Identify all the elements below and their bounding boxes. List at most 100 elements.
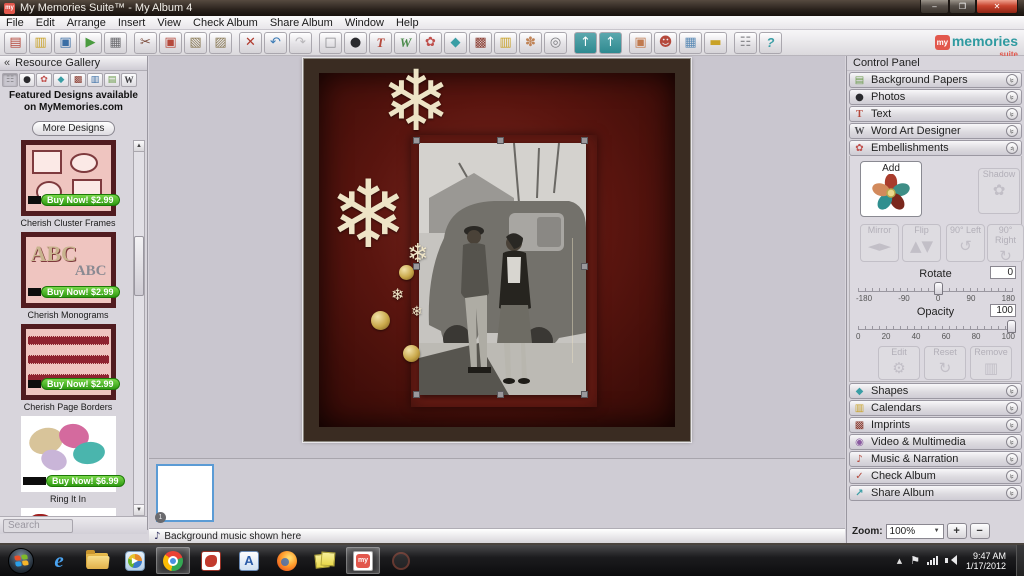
buy-now-badge[interactable]: Buy Now! $2.99 — [41, 194, 120, 206]
rotate-value[interactable]: 0 — [990, 266, 1016, 279]
ring-it-in-thumbnail[interactable]: Buy Now! $6.99 — [21, 416, 116, 492]
menu-insert[interactable]: Insert — [112, 17, 152, 29]
gallery-scrollbar[interactable]: ▲ ▼ — [133, 140, 145, 516]
opacity-value[interactable]: 100 — [990, 304, 1016, 317]
imprints-tab[interactable]: ▩ — [70, 73, 86, 87]
add-word-art-button[interactable]: W — [394, 32, 417, 54]
snowflake-icon[interactable]: ❄ — [391, 287, 404, 303]
add-page-button[interactable]: □ — [319, 32, 342, 54]
collapse-button[interactable]: » — [1006, 142, 1018, 154]
add-decoration-button[interactable]: ✽ — [519, 32, 542, 54]
search-input[interactable]: Search — [3, 519, 73, 533]
print-button[interactable]: ▦ — [104, 32, 127, 54]
menu-share-album[interactable]: Share Album — [264, 17, 339, 29]
list-item[interactable]: Buy Now! $6.99 Ring It In — [4, 416, 132, 504]
expand-button[interactable]: » — [1006, 108, 1018, 120]
open-album-button[interactable]: ▥ — [29, 32, 52, 54]
taskbar-blue-a-app[interactable]: A — [232, 547, 266, 574]
list-item[interactable]: Buy Now! $2.99 Cherish Page Borders — [4, 324, 132, 412]
list-item[interactable]: Buy Now! $2.99 Cherish Cluster Frames — [4, 140, 132, 228]
new-album-button[interactable]: ▤ — [4, 32, 27, 54]
menu-file[interactable]: File — [0, 17, 30, 29]
scroll-down-icon[interactable]: ▼ — [134, 504, 144, 515]
storyboard-view-button[interactable]: ▬ — [704, 32, 727, 54]
taskbar-red-app[interactable] — [194, 547, 228, 574]
selection-handle[interactable] — [581, 391, 588, 398]
monograms-thumbnail[interactable]: ABC ABC Buy Now! $2.99 — [21, 232, 116, 308]
taskbar-chrome[interactable] — [156, 547, 190, 574]
section-photos[interactable]: ● Photos » — [849, 89, 1022, 105]
add-text-button[interactable]: T — [369, 32, 392, 54]
selection-handle[interactable] — [497, 391, 504, 398]
scrollbar-thumb[interactable] — [134, 236, 144, 296]
section-calendars[interactable]: ▥ Calendars » — [849, 400, 1022, 416]
page-layouts-button[interactable]: ▣ — [629, 32, 652, 54]
scroll-up-icon[interactable]: ▲ — [134, 141, 144, 152]
menu-arrange[interactable]: Arrange — [61, 17, 112, 29]
taskbar-media-player[interactable]: ▶ — [118, 547, 152, 574]
taskbar-sticky-notes[interactable] — [308, 547, 342, 574]
zoom-level-select[interactable]: 100% ▼ — [886, 524, 944, 539]
edit-button[interactable]: Edit ⚙ — [878, 346, 920, 380]
taskbar-firefox[interactable] — [270, 547, 304, 574]
buy-now-badge[interactable]: Buy Now! $2.99 — [41, 378, 120, 390]
taskbar-my-memories[interactable]: my — [346, 547, 380, 574]
buy-now-badge[interactable]: Buy Now! $6.99 — [46, 475, 125, 487]
menu-edit[interactable]: Edit — [30, 17, 61, 29]
tray-expand-icon[interactable]: ▲ — [897, 557, 902, 565]
duplicate-button[interactable]: ▨ — [209, 32, 232, 54]
minimize-button[interactable]: – — [920, 0, 949, 14]
partial-thumbnail[interactable] — [21, 508, 116, 516]
designer-profile-button[interactable]: ☻ — [654, 32, 677, 54]
rotate-90-left-button[interactable]: 90° Left ↺ — [946, 224, 985, 262]
menu-check-album[interactable]: Check Album — [187, 17, 264, 29]
expand-button[interactable]: » — [1006, 125, 1018, 137]
remove-button[interactable]: Remove ▥ — [970, 346, 1012, 380]
selection-handle[interactable] — [497, 137, 504, 144]
expand-button[interactable]: » — [1006, 91, 1018, 103]
expand-button[interactable]: » — [1006, 402, 1018, 414]
redo-button[interactable]: ↷ — [289, 32, 312, 54]
export-movie-button[interactable]: ▶ — [79, 32, 102, 54]
scrapbook-page[interactable]: ❄ ❄ ❄ ❄ ❄ — [303, 58, 691, 442]
list-item[interactable]: ABC ABC Buy Now! $2.99 Cherish Monograms — [4, 232, 132, 320]
add-photo-button[interactable]: ● — [344, 32, 367, 54]
zoom-out-button[interactable]: − — [970, 523, 990, 539]
add-calendar-button[interactable]: ▥ — [494, 32, 517, 54]
photos-tab[interactable]: ● — [19, 73, 35, 87]
selection-handle[interactable] — [413, 391, 420, 398]
papers-tab[interactable]: ▤ — [104, 73, 120, 87]
add-shape-button[interactable]: ◆ — [444, 32, 467, 54]
snowflake-icon[interactable]: ❄ — [411, 305, 423, 319]
photo[interactable] — [419, 143, 586, 395]
selection-handle[interactable] — [413, 137, 420, 144]
snowflake-icon[interactable]: ❄ — [329, 169, 408, 263]
taskbar-clock[interactable]: 9:47 AM 1/17/2012 — [966, 551, 1006, 571]
opacity-slider[interactable] — [858, 326, 1013, 330]
help-button[interactable]: ? — [759, 32, 782, 54]
taskbar-explorer[interactable] — [80, 547, 114, 574]
section-share-album[interactable]: ↗ Share Album » — [849, 485, 1022, 501]
section-check-album[interactable]: ✓ Check Album » — [849, 468, 1022, 484]
show-desktop-button[interactable] — [1016, 545, 1024, 576]
page-thumbnail[interactable]: 1 — [156, 464, 214, 522]
collapse-panel-icon[interactable]: « — [4, 57, 10, 69]
embellishments-tab[interactable]: ✿ — [36, 73, 52, 87]
save-album-button[interactable]: ▣ — [54, 32, 77, 54]
section-imprints[interactable]: ▩ Imprints » — [849, 417, 1022, 433]
maximize-button[interactable]: ❐ — [949, 0, 976, 14]
expand-button[interactable]: » — [1006, 74, 1018, 86]
expand-button[interactable]: » — [1006, 487, 1018, 499]
export-pages-button[interactable]: ↑ — [599, 32, 622, 54]
shadow-button[interactable]: Shadow ✿ — [978, 168, 1020, 214]
calendars-tab[interactable]: ▥ — [87, 73, 103, 87]
ornament-ball[interactable] — [399, 265, 414, 280]
store-tab[interactable]: ☷ — [2, 73, 18, 87]
rotate-slider[interactable] — [858, 288, 1013, 292]
delete-button[interactable]: ✕ — [239, 32, 262, 54]
store-button[interactable]: ☷ — [734, 32, 757, 54]
import-content-button[interactable]: ↑ — [574, 32, 597, 54]
shapes-tab[interactable]: ◆ — [53, 73, 69, 87]
zoom-in-button[interactable]: + — [947, 523, 967, 539]
resource-gallery-header[interactable]: « Resource Gallery — [0, 56, 147, 71]
